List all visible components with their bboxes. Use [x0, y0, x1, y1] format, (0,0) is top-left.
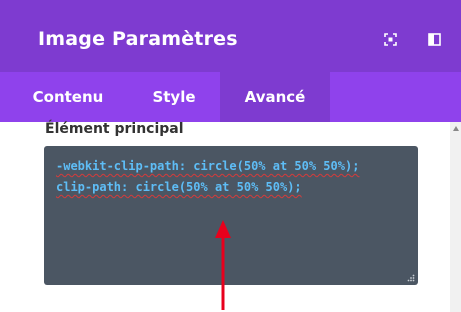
tab-style[interactable]: Style — [133, 72, 215, 122]
modal-title: Image Paramètres — [38, 28, 238, 50]
code-line: -webkit-clip-path: circle(50% at 50% 50%… — [56, 159, 360, 173]
tab-contenu[interactable]: Contenu — [18, 72, 118, 122]
modal-header: Image Paramètres — [0, 0, 461, 72]
css-code-textarea[interactable]: -webkit-clip-path: circle(50% at 50% 50%… — [44, 146, 418, 285]
panel-scrollbar[interactable] — [450, 122, 461, 312]
tab-bar: Contenu Style Avancé — [0, 72, 461, 122]
sidebar-layout-icon[interactable] — [428, 33, 441, 49]
field-label: Élément principal — [45, 121, 184, 137]
tab-avance[interactable]: Avancé — [220, 72, 330, 122]
scroll-up-icon[interactable] — [453, 126, 459, 131]
resize-handle-icon[interactable] — [407, 274, 415, 282]
expand-icon[interactable] — [384, 33, 397, 49]
code-line: clip-path: circle(50% at 50% 50%); — [56, 180, 302, 194]
